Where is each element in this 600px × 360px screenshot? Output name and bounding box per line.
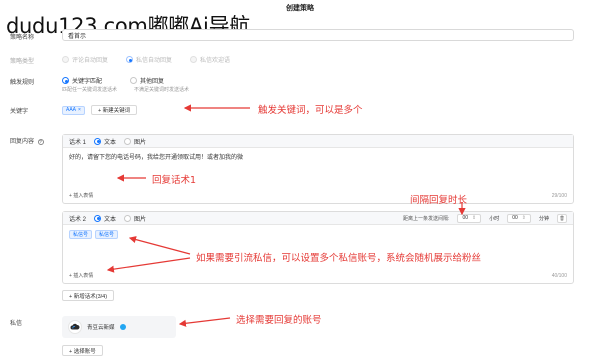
type-text-radio-1[interactable]: 文本: [94, 137, 116, 146]
radio-icon: [124, 214, 132, 222]
reply-content-label: 回复内容 ?: [10, 139, 44, 145]
trigger-rule-label: 触发规则: [10, 80, 35, 86]
add-script-button[interactable]: + 新增话术(3/4): [62, 290, 115, 301]
stepper-icon[interactable]: ⇕: [472, 215, 476, 221]
type-image-radio-2[interactable]: 图片: [124, 214, 146, 223]
reply-script-card-1: 话术 1 文本 图片 好的，请留下您的电话号码，我给您开通领取试用！或者加我的微…: [62, 134, 574, 204]
trigger-keyword-match[interactable]: 关键字匹配: [62, 76, 102, 85]
char-counter-2: 40/100: [551, 273, 567, 279]
close-icon[interactable]: ×: [78, 107, 81, 113]
type-image-radio-1[interactable]: 图片: [124, 137, 146, 146]
strategy-name-input[interactable]: 看首示: [62, 29, 574, 41]
reply-script-textarea-1[interactable]: 好的，请留下您的电话号码，我给您开通领取试用！或者加我的微: [69, 152, 567, 161]
trigger-rule-radios: 关键字匹配 其他回复: [62, 76, 164, 85]
radio-icon: [126, 56, 134, 63]
radio-icon: [130, 77, 138, 84]
verified-badge-icon: [119, 324, 126, 330]
reply-script-title-2: 话术 2: [69, 216, 87, 223]
strategy-type-label: 策略类型: [10, 59, 35, 65]
strategy-type-radios: 评论自动回复 私信自动回复 私信欢迎语: [62, 55, 230, 64]
cloud-icon: [70, 323, 80, 330]
radio-icon: [62, 77, 69, 84]
strategy-type-dm-reply[interactable]: 私信自动回复: [126, 55, 172, 64]
radio-icon: [62, 56, 69, 63]
reply-script-card-2: 话术 2 文本 图片 距离上一条发送间隔: 00 ⇕ 小时 00 ⇕ 分钟 私信…: [62, 211, 574, 284]
keywords-label: 关键字: [10, 109, 29, 115]
selected-account-card[interactable]: 青豆云新媒: [62, 316, 176, 338]
add-keyword-button[interactable]: + 新建关键词: [90, 105, 138, 115]
trigger-other-reply[interactable]: 其他回复: [130, 76, 164, 85]
dm-account-tag[interactable]: 私信号: [69, 230, 93, 239]
arrow-choose-account: [178, 317, 231, 327]
radio-icon: [94, 214, 102, 222]
strategy-name-value: 看首示: [68, 33, 87, 40]
insert-emoji-button-1[interactable]: + 插入表情: [69, 192, 93, 199]
stepper-icon[interactable]: ⇕: [522, 215, 526, 221]
dm-account-tag[interactable]: 私信号: [95, 230, 119, 239]
annotation-interval: 间隔回复时长: [410, 195, 468, 206]
annotation-reply1: 回复话术1: [152, 175, 197, 186]
radio-icon: [190, 56, 198, 63]
strategy-name-label: 策略名称: [10, 35, 35, 41]
annotation-multi-account: 如果需要引流私信，可以设置多个私信账号，系统会随机展示给粉丝: [196, 253, 482, 264]
interval-minutes-unit: 分钟: [538, 215, 549, 222]
trigger-keyword-hint: 匹配任一关键词发送话术: [62, 87, 118, 93]
radio-icon: [94, 137, 102, 145]
select-account-button[interactable]: + 选择账号: [62, 345, 103, 356]
keyword-tag[interactable]: AAA ×: [62, 105, 85, 115]
type-text-radio-2[interactable]: 文本: [94, 214, 116, 223]
interval-minutes-input[interactable]: 00 ⇕: [507, 213, 531, 223]
strategy-type-dm-welcome[interactable]: 私信欢迎语: [190, 55, 230, 64]
private-message-label: 私信: [10, 321, 23, 327]
insert-emoji-button-2[interactable]: + 插入表情: [69, 272, 93, 279]
reply-script-tags-2: 私信号 私信号: [69, 230, 119, 239]
account-avatar: [68, 320, 82, 334]
interval-label: 距离上一条发送间隔:: [403, 215, 450, 222]
annotation-keywords: 触发关键词，可以是多个: [258, 105, 363, 116]
account-name: 青豆云新媒: [87, 325, 115, 331]
interval-hours-unit: 小时: [489, 215, 500, 222]
keywords-row: AAA × + 新建关键词: [62, 105, 138, 115]
interval-hours-input[interactable]: 00 ⇕: [457, 213, 482, 223]
reply-script-header-1: 话术 1 文本 图片: [63, 135, 573, 148]
reply-script-title-1: 话术 1: [69, 139, 87, 146]
annotation-choose-account: 选择需要回复的账号: [236, 315, 322, 326]
char-counter-1: 29/100: [551, 193, 567, 199]
trigger-other-hint: 不满足关键词时发送话术: [134, 87, 190, 93]
radio-icon: [124, 137, 132, 145]
question-circle-icon[interactable]: ?: [37, 139, 44, 145]
strategy-type-comment-reply[interactable]: 评论自动回复: [62, 55, 108, 64]
reply-script-header-2: 话术 2 文本 图片 距离上一条发送间隔: 00 ⇕ 小时 00 ⇕ 分钟: [63, 212, 573, 225]
trash-icon[interactable]: [557, 213, 567, 223]
